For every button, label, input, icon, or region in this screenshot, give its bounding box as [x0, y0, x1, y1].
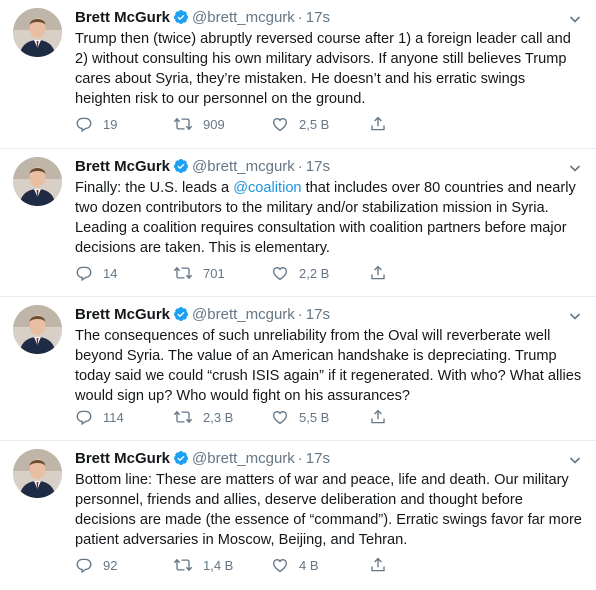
like-count: 2,5 B: [299, 116, 330, 132]
retweet-count: 701: [203, 265, 225, 281]
share-button[interactable]: [369, 114, 397, 134]
tweet-text-body: Finally: the U.S. leads a: [75, 180, 234, 196]
mention-link[interactable]: @coalition: [233, 180, 301, 196]
retweet-icon: [173, 410, 193, 424]
like-count: 4 B: [299, 557, 319, 573]
reply-button[interactable]: 114: [75, 407, 124, 427]
tweet-text: Finally: the U.S. leads a @coalition tha…: [75, 178, 584, 258]
like-icon: [272, 267, 288, 281]
author-handle[interactable]: @brett_mcgurk: [192, 306, 295, 323]
tweet[interactable]: Brett McGurk @brett_mcgurk · 17s Finally: t…: [0, 148, 596, 296]
tweet-text: The consequences of such unreliability f…: [75, 326, 584, 406]
like-button[interactable]: 2,2 B: [271, 263, 329, 283]
reply-icon: [76, 410, 92, 426]
tweet-header: Brett McGurk @brett_mcgurk · 17s: [75, 305, 584, 325]
share-button[interactable]: [369, 555, 397, 575]
separator-dot: ·: [297, 450, 303, 467]
tweet-actions: 92 1,4 B 4 B: [75, 555, 395, 575]
verified-badge-icon: [173, 158, 189, 180]
like-count: 5,5 B: [299, 409, 330, 425]
share-button[interactable]: [369, 263, 397, 283]
tweet-header: Brett McGurk @brett_mcgurk · 17s: [75, 449, 584, 469]
like-icon: [272, 411, 288, 425]
tweet-text: Trump then (twice) abruptly reversed cou…: [75, 29, 584, 109]
retweet-button[interactable]: 701: [173, 263, 225, 283]
avatar[interactable]: [13, 449, 62, 498]
retweet-button[interactable]: 909: [173, 114, 225, 134]
reply-count: 92: [103, 557, 118, 573]
tweet-text-body: The consequences of such unreliability f…: [75, 328, 582, 404]
timestamp[interactable]: 17s: [306, 450, 330, 467]
like-button[interactable]: 5,5 B: [271, 407, 329, 427]
tweet-actions: 114 2,3 B 5,5 B: [75, 407, 395, 427]
tweet[interactable]: Brett McGurk @brett_mcgurk · 17s Bottom lin…: [0, 440, 596, 590]
reply-icon: [76, 558, 92, 574]
timestamp[interactable]: 17s: [306, 158, 330, 175]
avatar[interactable]: [13, 157, 62, 206]
like-button[interactable]: 2,5 B: [271, 114, 329, 134]
share-icon: [371, 265, 385, 280]
author-name[interactable]: Brett McGurk: [75, 306, 170, 323]
reply-button[interactable]: 14: [75, 263, 117, 283]
reply-count: 19: [103, 116, 118, 132]
separator-dot: ·: [297, 9, 303, 26]
tweet-text-body: Trump then (twice) abruptly reversed cou…: [75, 31, 571, 107]
tweet-header: Brett McGurk @brett_mcgurk · 17s: [75, 157, 584, 177]
verified-badge-icon: [173, 9, 189, 31]
verified-badge-icon: [173, 450, 189, 472]
chevron-down-icon[interactable]: [569, 452, 581, 464]
retweet-count: 2,3 B: [203, 409, 234, 425]
chevron-down-icon[interactable]: [569, 160, 581, 172]
avatar[interactable]: [13, 305, 62, 354]
tweet-text: Bottom line: These are matters of war an…: [75, 470, 584, 550]
retweet-button[interactable]: 2,3 B: [173, 407, 233, 427]
like-count: 2,2 B: [299, 265, 330, 281]
verified-badge-icon: [173, 306, 189, 328]
like-icon: [272, 559, 288, 573]
retweet-button[interactable]: 1,4 B: [173, 555, 233, 575]
tweet-header: Brett McGurk @brett_mcgurk · 17s: [75, 8, 584, 28]
author-name[interactable]: Brett McGurk: [75, 158, 170, 175]
chevron-down-icon[interactable]: [569, 11, 581, 23]
author-handle[interactable]: @brett_mcgurk: [192, 450, 295, 467]
chevron-down-icon[interactable]: [569, 308, 581, 320]
reply-icon: [76, 117, 92, 133]
tweet-text-body: Bottom line: These are matters of war an…: [75, 472, 582, 548]
author-name[interactable]: Brett McGurk: [75, 450, 170, 467]
tweet[interactable]: Brett McGurk @brett_mcgurk · 17s Trump then…: [0, 0, 596, 148]
author-handle[interactable]: @brett_mcgurk: [192, 9, 295, 26]
reply-button[interactable]: 92: [75, 555, 117, 575]
separator-dot: ·: [297, 158, 303, 175]
author-handle[interactable]: @brett_mcgurk: [192, 158, 295, 175]
share-icon: [371, 116, 385, 131]
retweet-icon: [173, 266, 193, 280]
author-name[interactable]: Brett McGurk: [75, 9, 170, 26]
retweet-count: 909: [203, 116, 225, 132]
reply-icon: [76, 266, 92, 282]
retweet-count: 1,4 B: [203, 557, 234, 573]
reply-button[interactable]: 19: [75, 114, 117, 134]
retweet-icon: [173, 117, 193, 131]
avatar[interactable]: [13, 8, 62, 57]
like-icon: [272, 118, 288, 132]
tweet-actions: 14 701 2,2 B: [75, 263, 395, 283]
tweet-actions: 19 909 2,5 B: [75, 114, 395, 134]
like-button[interactable]: 4 B: [271, 555, 319, 575]
share-button[interactable]: [369, 407, 397, 427]
share-icon: [371, 409, 385, 424]
timestamp[interactable]: 17s: [306, 306, 330, 323]
share-icon: [371, 557, 385, 572]
separator-dot: ·: [297, 306, 303, 323]
tweet-thread: Brett McGurk @brett_mcgurk · 17s Trump then…: [0, 0, 596, 590]
reply-count: 114: [103, 409, 124, 425]
retweet-icon: [173, 558, 193, 572]
reply-count: 14: [103, 265, 118, 281]
tweet[interactable]: Brett McGurk @brett_mcgurk · 17s The conseq…: [0, 296, 596, 440]
timestamp[interactable]: 17s: [306, 9, 330, 26]
